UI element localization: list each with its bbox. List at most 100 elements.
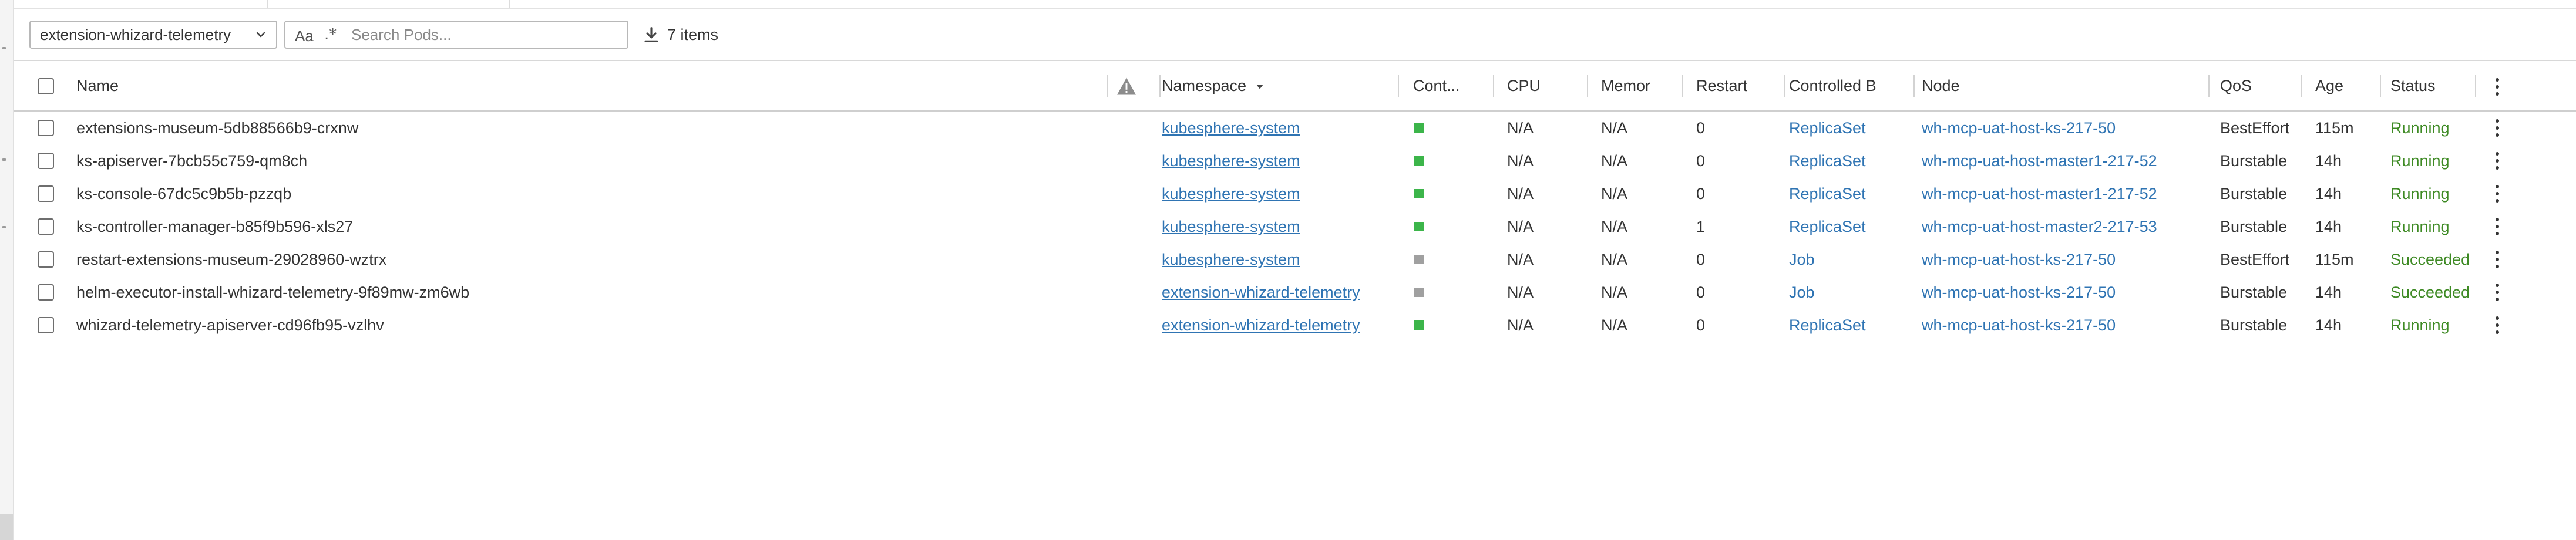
column-resizer[interactable] xyxy=(2380,75,2381,97)
column-header-node[interactable]: Node xyxy=(1922,62,2204,110)
column-resizer[interactable] xyxy=(2301,75,2302,97)
controlled-by-link[interactable]: ReplicaSet xyxy=(1789,210,1866,243)
namespace-link[interactable]: kubesphere-system xyxy=(1162,243,1300,276)
controlled-by-link[interactable]: ReplicaSet xyxy=(1789,144,1866,177)
memory-value: N/A xyxy=(1601,184,1628,203)
node-link[interactable]: wh-mcp-uat-host-master1-217-52 xyxy=(1922,144,2157,177)
column-header-memory[interactable]: Memor xyxy=(1601,62,1689,110)
age-value: 14h xyxy=(2315,184,2342,203)
column-resizer[interactable] xyxy=(1107,75,1108,97)
column-header-label: QoS xyxy=(2220,77,2252,95)
namespace-link[interactable]: kubesphere-system xyxy=(1162,144,1300,177)
match-case-toggle[interactable]: Aa xyxy=(295,27,314,45)
row-checkbox[interactable] xyxy=(38,218,54,235)
memory-value: N/A xyxy=(1601,217,1628,235)
cpu-value: N/A xyxy=(1507,217,1534,235)
column-header-containers[interactable]: Cont... xyxy=(1413,62,1495,110)
row-checkbox[interactable] xyxy=(38,120,54,136)
age-value: 115m xyxy=(2315,250,2354,268)
table-header: Name Namespace Cont... CPU Memor Restart… xyxy=(14,62,2576,112)
column-header-cpu[interactable]: CPU xyxy=(1507,62,1595,110)
table-row[interactable]: extensions-museum-5db88566b9-crxnw kubes… xyxy=(14,112,2576,144)
column-header-label: Controlled B xyxy=(1789,77,1876,95)
column-header-controlled-by[interactable]: Controlled B xyxy=(1789,62,1924,110)
controlled-by-link[interactable]: Job xyxy=(1789,276,1815,309)
node-link[interactable]: wh-mcp-uat-host-ks-217-50 xyxy=(1922,276,2116,309)
node-link[interactable]: wh-mcp-uat-host-master2-217-53 xyxy=(1922,210,2157,243)
table-row[interactable]: helm-executor-install-whizard-telemetry-… xyxy=(14,276,2576,309)
namespace-link[interactable]: kubesphere-system xyxy=(1162,112,1300,144)
column-header-status[interactable]: Status xyxy=(2390,62,2484,110)
column-header-name[interactable]: Name xyxy=(76,62,1116,110)
node-link[interactable]: wh-mcp-uat-host-master1-217-52 xyxy=(1922,177,2157,210)
age-value: 115m xyxy=(2315,119,2354,137)
table-row[interactable]: whizard-telemetry-apiserver-cd96fb95-vzl… xyxy=(14,309,2576,342)
qos-value: BestEffort xyxy=(2220,250,2290,268)
container-status-indicator xyxy=(1414,189,1424,198)
row-menu-button[interactable] xyxy=(2495,183,2500,204)
status-value: Running xyxy=(2390,119,2450,137)
search-pods-input[interactable] xyxy=(351,25,621,44)
container-status-indicator xyxy=(1414,320,1424,330)
column-header-namespace[interactable]: Namespace xyxy=(1162,62,1414,110)
download-icon[interactable] xyxy=(641,25,661,45)
row-menu-button[interactable] xyxy=(2495,150,2500,171)
status-value: Running xyxy=(2390,316,2450,334)
restart-count: 0 xyxy=(1696,119,1706,137)
cpu-value: N/A xyxy=(1507,119,1534,137)
column-header-restart[interactable]: Restart xyxy=(1696,62,1784,110)
node-link[interactable]: wh-mcp-uat-host-ks-217-50 xyxy=(1922,243,2116,276)
cpu-value: N/A xyxy=(1507,184,1534,203)
container-status-indicator xyxy=(1414,123,1424,133)
table-row[interactable]: ks-console-67dc5c9b5b-pzzqb kubesphere-s… xyxy=(14,177,2576,210)
restart-count: 0 xyxy=(1696,184,1706,203)
column-resizer[interactable] xyxy=(1398,75,1399,97)
row-menu-button[interactable] xyxy=(2495,216,2500,237)
controlled-by-link[interactable]: ReplicaSet xyxy=(1789,112,1866,144)
namespace-link[interactable]: kubesphere-system xyxy=(1162,177,1300,210)
controlled-by-link[interactable]: ReplicaSet xyxy=(1789,177,1866,210)
column-resizer[interactable] xyxy=(1159,75,1161,97)
node-link[interactable]: wh-mcp-uat-host-ks-217-50 xyxy=(1922,112,2116,144)
namespace-link[interactable]: extension-whizard-telemetry xyxy=(1162,276,1360,309)
left-side-panel xyxy=(0,0,14,540)
namespace-select[interactable]: extension-whizard-telemetry xyxy=(29,21,277,49)
age-value: 14h xyxy=(2315,316,2342,334)
select-all-checkbox[interactable] xyxy=(38,78,54,95)
row-checkbox[interactable] xyxy=(38,284,54,301)
status-value: Succeeded xyxy=(2390,250,2470,268)
controlled-by-link[interactable]: ReplicaSet xyxy=(1789,309,1866,342)
table-row[interactable]: ks-apiserver-7bcb55c759-qm8ch kubesphere… xyxy=(14,144,2576,177)
column-header-qos[interactable]: QoS xyxy=(2220,62,2308,110)
row-checkbox[interactable] xyxy=(38,153,54,169)
column-resizer[interactable] xyxy=(2208,75,2210,97)
column-resizer[interactable] xyxy=(1493,75,1494,97)
row-checkbox[interactable] xyxy=(38,317,54,333)
row-menu-button[interactable] xyxy=(2495,117,2500,139)
column-resizer[interactable] xyxy=(1682,75,1683,97)
row-menu-button[interactable] xyxy=(2495,315,2500,336)
qos-value: BestEffort xyxy=(2220,119,2290,137)
row-checkbox[interactable] xyxy=(38,251,54,268)
column-resizer[interactable] xyxy=(1587,75,1588,97)
regex-toggle[interactable]: .* xyxy=(324,26,337,43)
row-menu-button[interactable] xyxy=(2495,249,2500,270)
row-menu-button[interactable] xyxy=(2495,282,2500,303)
column-header-warnings[interactable] xyxy=(1116,62,1151,110)
column-resizer[interactable] xyxy=(1784,75,1785,97)
row-checkbox[interactable] xyxy=(38,185,54,202)
qos-value: Burstable xyxy=(2220,283,2288,301)
namespace-link[interactable]: extension-whizard-telemetry xyxy=(1162,309,1360,342)
table-row[interactable]: ks-controller-manager-b85f9b596-xls27 ku… xyxy=(14,210,2576,243)
column-resizer[interactable] xyxy=(2475,75,2476,97)
column-resizer[interactable] xyxy=(1913,75,1915,97)
column-header-age[interactable]: Age xyxy=(2315,62,2386,110)
columns-menu-button[interactable] xyxy=(2495,76,2500,97)
controlled-by-link[interactable]: Job xyxy=(1789,243,1815,276)
memory-value: N/A xyxy=(1601,283,1628,301)
column-header-label: Status xyxy=(2390,77,2436,95)
tab-separator xyxy=(509,0,510,8)
node-link[interactable]: wh-mcp-uat-host-ks-217-50 xyxy=(1922,309,2116,342)
table-row[interactable]: restart-extensions-museum-29028960-wztrx… xyxy=(14,243,2576,276)
namespace-link[interactable]: kubesphere-system xyxy=(1162,210,1300,243)
